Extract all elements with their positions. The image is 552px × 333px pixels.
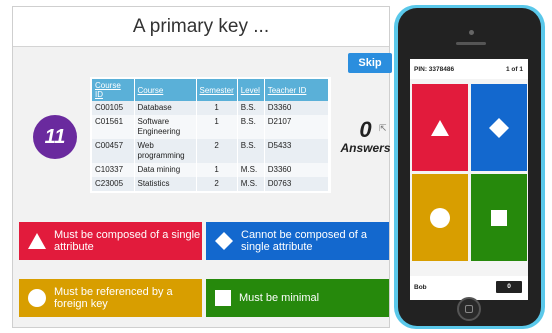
table-cell: 2: [196, 177, 238, 191]
table-cell: M.S.: [237, 163, 265, 177]
column-header: Course: [134, 79, 197, 101]
question-progress: 1 of 1: [506, 66, 523, 73]
phone-device: PIN: 3378486 1 of 1 Bob 0: [394, 5, 545, 329]
answer-text: Must be minimal: [239, 292, 320, 304]
home-button-icon: [465, 305, 473, 313]
course-table: Course ID Course Semester Level Teacher …: [90, 77, 331, 193]
table-cell: Data mining: [134, 163, 197, 177]
phone-header: PIN: 3378486 1 of 1: [410, 59, 528, 79]
answer-tile-blue[interactable]: Cannot be composed of a single attribute: [206, 222, 389, 260]
table-cell: C00105: [92, 101, 135, 115]
table-cell: D5433: [264, 139, 330, 163]
table-cell: D2107: [264, 115, 330, 139]
diamond-icon: [215, 232, 233, 250]
phone-answer-red[interactable]: [412, 84, 468, 171]
table-header-row: Course ID Course Semester Level Teacher …: [92, 79, 330, 101]
question-title: A primary key ...: [13, 7, 389, 47]
game-pin: PIN: 3378486: [414, 66, 455, 73]
quiz-panel: A primary key ... Skip 11 Course ID Cour…: [12, 6, 392, 328]
table-cell: M.S.: [237, 177, 265, 191]
table-cell: B.S.: [237, 115, 265, 139]
table-cell: C23005: [92, 177, 135, 191]
table-row: C00105 Database 1 B.S. D3360: [92, 101, 330, 115]
table-cell: D0763: [264, 177, 330, 191]
triangle-icon: [28, 233, 46, 249]
phone-answer-yellow[interactable]: [412, 174, 468, 261]
square-icon: [491, 209, 507, 226]
table-cell: B.S.: [237, 101, 265, 115]
table-cell: D3360: [264, 163, 330, 177]
table-cell: 2: [196, 139, 238, 163]
player-score: 0: [496, 281, 522, 293]
table-cell: 1: [196, 101, 238, 115]
answers-label: Answers: [340, 141, 391, 155]
phone-answer-blue[interactable]: [471, 84, 527, 171]
table-cell: C10337: [92, 163, 135, 177]
table-row: C01561 Software Engineering 1 B.S. D2107: [92, 115, 330, 139]
answer-tile-green[interactable]: Must be minimal: [206, 279, 389, 317]
table-cell: C01561: [92, 115, 135, 139]
answer-tile-yellow[interactable]: Must be referenced by a foreign key: [19, 279, 202, 317]
diamond-icon: [489, 117, 509, 138]
circle-icon: [28, 289, 46, 307]
skip-button[interactable]: Skip: [348, 53, 392, 73]
circle-icon: [430, 207, 450, 228]
table-row: C00457 Web programming 2 B.S. D5433: [92, 139, 330, 163]
mouse-cursor-icon: ⇱: [379, 123, 387, 133]
speaker-grille: [456, 42, 486, 45]
table-cell: Database: [134, 101, 197, 115]
table-cell: B.S.: [237, 139, 265, 163]
table-cell: Software Engineering: [134, 115, 197, 139]
column-header: Teacher ID: [264, 79, 330, 101]
answer-text: Must be composed of a single attribute: [54, 229, 201, 253]
table-cell: Statistics: [134, 177, 197, 191]
table-cell: 1: [196, 163, 238, 177]
answer-text: Must be referenced by a foreign key: [54, 286, 173, 310]
table-cell: C00457: [92, 139, 135, 163]
answer-tile-red[interactable]: Must be composed of a single attribute: [19, 222, 202, 260]
table-cell: Web programming: [134, 139, 197, 163]
table-row: C23005 Statistics 2 M.S. D0763: [92, 177, 330, 191]
column-header: Level: [237, 79, 265, 101]
table-cell: D3360: [264, 101, 330, 115]
phone-answer-green[interactable]: [471, 174, 527, 261]
home-button[interactable]: [457, 297, 481, 321]
column-header: Semester: [196, 79, 238, 101]
screen-root: A primary key ... Skip 11 Course ID Cour…: [0, 0, 552, 333]
triangle-icon: [431, 119, 449, 136]
answer-text: Cannot be composed of a single attribute: [241, 229, 367, 253]
phone-screen: PIN: 3378486 1 of 1 Bob 0: [410, 59, 528, 300]
course-table-grid: Course ID Course Semester Level Teacher …: [92, 79, 330, 191]
camera-icon: [469, 30, 474, 35]
player-name: Bob: [414, 284, 427, 291]
table-cell: 1: [196, 115, 238, 139]
countdown-timer: 11: [33, 115, 77, 159]
phone-bezel: PIN: 3378486 1 of 1 Bob 0: [398, 8, 541, 326]
square-icon: [215, 290, 231, 306]
column-header: Course ID: [92, 79, 135, 101]
table-row: C10337 Data mining 1 M.S. D3360: [92, 163, 330, 177]
